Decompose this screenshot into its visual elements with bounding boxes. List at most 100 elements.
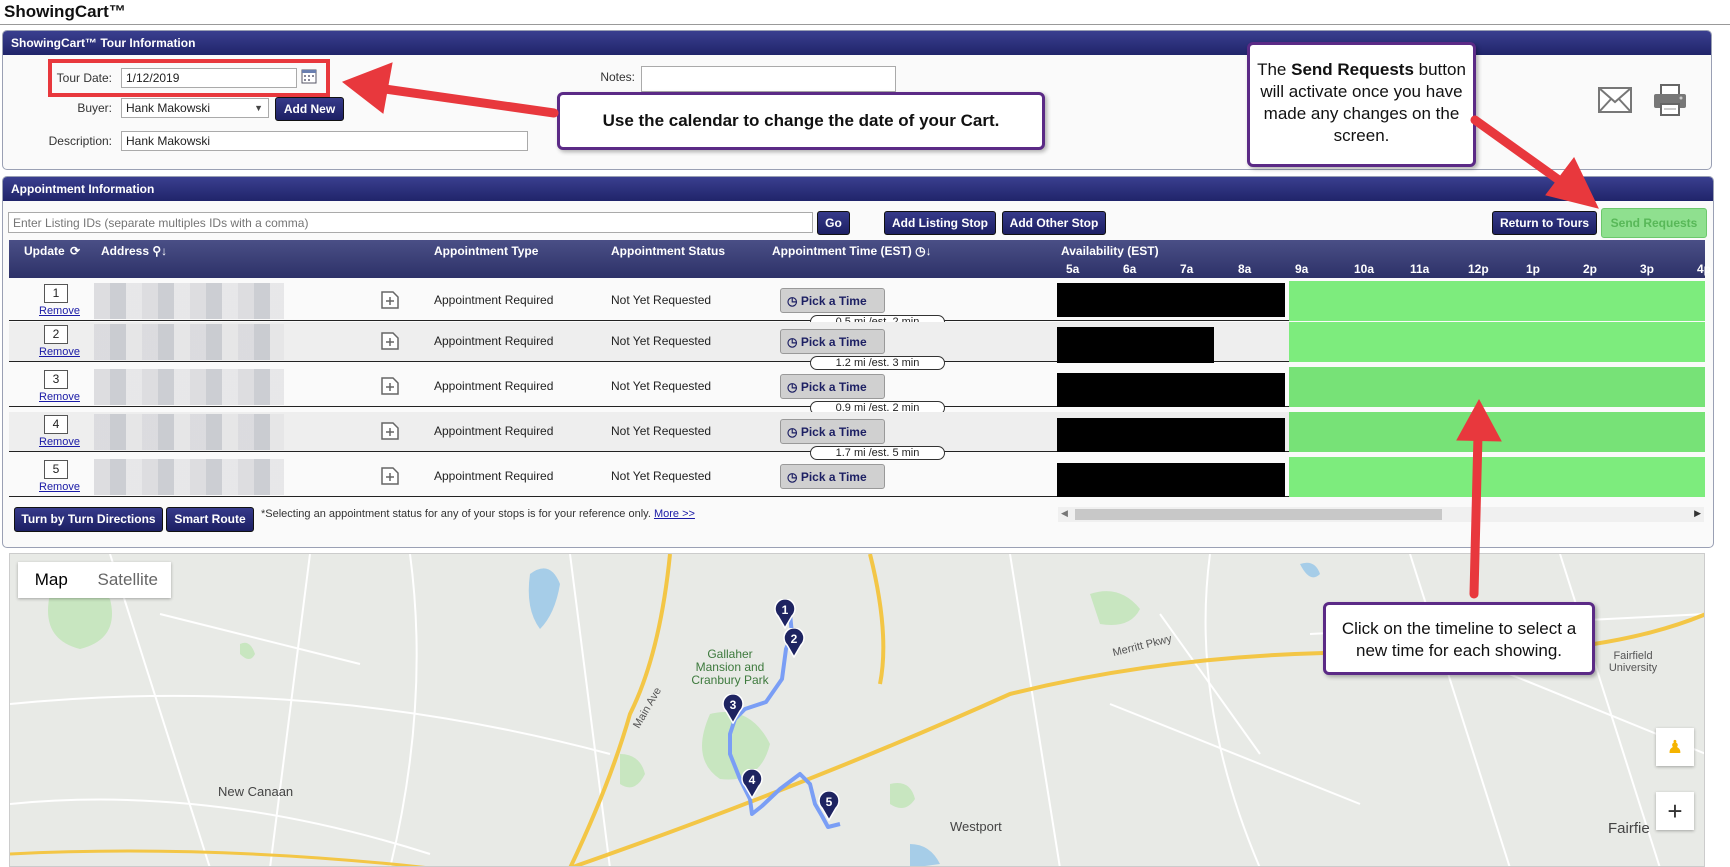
pin-number: 3 [729, 698, 737, 712]
scroll-left-icon[interactable]: ◀ [1061, 508, 1068, 519]
more-link[interactable]: More >> [654, 508, 695, 520]
title-divider [0, 24, 1730, 25]
add-listing-stop-button[interactable]: Add Listing Stop [884, 211, 996, 235]
route-map[interactable]: Map Satellite Gallaher Mansion and Cranb… [9, 553, 1705, 867]
timeline-scrollbar[interactable]: ◀ ▶ [1058, 507, 1704, 522]
remove-link[interactable]: Remove [39, 391, 80, 403]
sort-pin-icon: ⚲↓ [152, 244, 168, 258]
availability-timeline[interactable] [1289, 322, 1705, 362]
chevron-down-icon: ▼ [254, 103, 263, 113]
zoom-in-button[interactable]: + [1656, 792, 1694, 830]
busy-block [1057, 463, 1285, 497]
col-appointment-type: Appointment Type [434, 244, 539, 258]
send-callout-bold: Send Requests [1291, 60, 1414, 79]
add-note-icon[interactable] [380, 421, 400, 441]
clock-icon: ◷ [787, 380, 801, 394]
hour-labels: 5a 6a 7a 8a 9a 10a 11a 12p 1p 2p 3p 4p [1055, 262, 1711, 276]
add-note-icon[interactable] [380, 290, 400, 310]
send-callout-pre: The [1257, 60, 1292, 79]
pick-a-time-label: Pick a Time [800, 470, 867, 484]
smart-route-button[interactable]: Smart Route [166, 507, 254, 532]
satellite-tab[interactable]: Satellite [85, 562, 171, 598]
map-pin[interactable]: 5 [818, 791, 840, 821]
pin-number: 5 [825, 795, 833, 809]
clock-icon: ◷ [787, 470, 801, 484]
pick-a-time-button[interactable]: ◷ Pick a Time [780, 374, 885, 399]
col-address[interactable]: Address ⚲↓ [101, 244, 167, 258]
availability-timeline[interactable] [1289, 367, 1705, 407]
footnote: *Selecting an appointment status for any… [261, 508, 695, 520]
pick-a-time-button[interactable]: ◷ Pick a Time [780, 419, 885, 444]
address-redacted [94, 459, 284, 495]
stop-number[interactable]: 3 [44, 370, 68, 389]
add-note-icon[interactable] [380, 376, 400, 396]
stop-number[interactable]: 1 [44, 284, 68, 303]
pick-a-time-label: Pick a Time [800, 425, 867, 439]
col-update[interactable]: Update ⟳ [24, 244, 80, 258]
address-label: Address [101, 244, 150, 258]
availability-timeline[interactable] [1289, 412, 1705, 452]
hour-label: 8a [1238, 262, 1252, 276]
print-icon[interactable] [1652, 84, 1688, 116]
footnote-text: *Selecting an appointment status for any… [261, 508, 651, 520]
map-pin[interactable]: 3 [722, 694, 744, 724]
remove-link[interactable]: Remove [39, 305, 80, 317]
description-input[interactable]: Hank Makowski [121, 131, 528, 151]
go-button[interactable]: Go [817, 211, 850, 235]
busy-block [1057, 373, 1285, 407]
add-note-icon[interactable] [380, 466, 400, 486]
notes-input[interactable] [641, 66, 896, 92]
calendar-callout: Use the calendar to change the date of y… [557, 92, 1045, 150]
send-requests-button[interactable]: Send Requests [1601, 208, 1707, 238]
return-to-tours-button[interactable]: Return to Tours [1492, 211, 1597, 235]
turn-by-turn-button[interactable]: Turn by Turn Directions [14, 507, 163, 532]
street-view-icon[interactable]: ♟ [1656, 728, 1694, 766]
hour-label: 1p [1526, 262, 1541, 276]
clock-icon: ◷ [787, 425, 801, 439]
address-redacted [94, 324, 284, 360]
appointment-status: Not Yet Requested [611, 334, 712, 348]
availability-timeline[interactable] [1289, 457, 1705, 497]
col-appointment-time[interactable]: Appointment Time (EST) ◷↓ [772, 244, 932, 258]
busy-block [1057, 327, 1214, 363]
stop-number[interactable]: 5 [44, 460, 68, 479]
hour-label: 6a [1123, 262, 1137, 276]
remove-link[interactable]: Remove [39, 481, 80, 493]
map-pin[interactable]: 2 [783, 628, 805, 658]
appointment-type: Appointment Required [434, 469, 554, 483]
pick-a-time-label: Pick a Time [800, 294, 867, 308]
appointment-status: Not Yet Requested [611, 379, 712, 393]
map-pin[interactable]: 1 [774, 599, 796, 629]
remove-link[interactable]: Remove [39, 346, 80, 358]
appointment-type: Appointment Required [434, 293, 554, 307]
scrollbar-thumb[interactable] [1075, 509, 1442, 520]
availability-timeline[interactable] [1289, 281, 1705, 321]
col-availability: Availability (EST) [1061, 244, 1159, 258]
place-label: Westport [950, 819, 1002, 834]
add-note-icon[interactable] [380, 331, 400, 351]
hour-label: 4p [1697, 262, 1712, 276]
appointment-status: Not Yet Requested [611, 469, 712, 483]
busy-block [1057, 418, 1285, 452]
stop-number[interactable]: 2 [44, 325, 68, 344]
pick-a-time-button[interactable]: ◷ Pick a Time [780, 288, 885, 313]
time-label: Appointment Time (EST) [772, 244, 912, 258]
col-appointment-status: Appointment Status [611, 244, 725, 258]
remove-link[interactable]: Remove [39, 436, 80, 448]
appointment-status: Not Yet Requested [611, 293, 712, 307]
add-other-stop-button[interactable]: Add Other Stop [1002, 211, 1106, 235]
buyer-select[interactable]: Hank Makowski ▼ [121, 98, 269, 118]
map-tab[interactable]: Map [18, 562, 85, 598]
listing-ids-input[interactable] [8, 212, 813, 233]
email-icon[interactable] [1598, 86, 1632, 114]
appointment-type: Appointment Required [434, 334, 554, 348]
pick-a-time-button[interactable]: ◷ Pick a Time [780, 329, 885, 354]
map-pin[interactable]: 4 [741, 769, 763, 799]
pick-a-time-button[interactable]: ◷ Pick a Time [780, 464, 885, 489]
add-new-button[interactable]: Add New [275, 97, 344, 121]
stop-number[interactable]: 4 [44, 415, 68, 434]
scroll-right-icon[interactable]: ▶ [1694, 508, 1701, 519]
place-label: Fairfie [1608, 820, 1650, 837]
pick-a-time-label: Pick a Time [800, 335, 867, 349]
buyer-label: Buyer: [77, 101, 112, 115]
